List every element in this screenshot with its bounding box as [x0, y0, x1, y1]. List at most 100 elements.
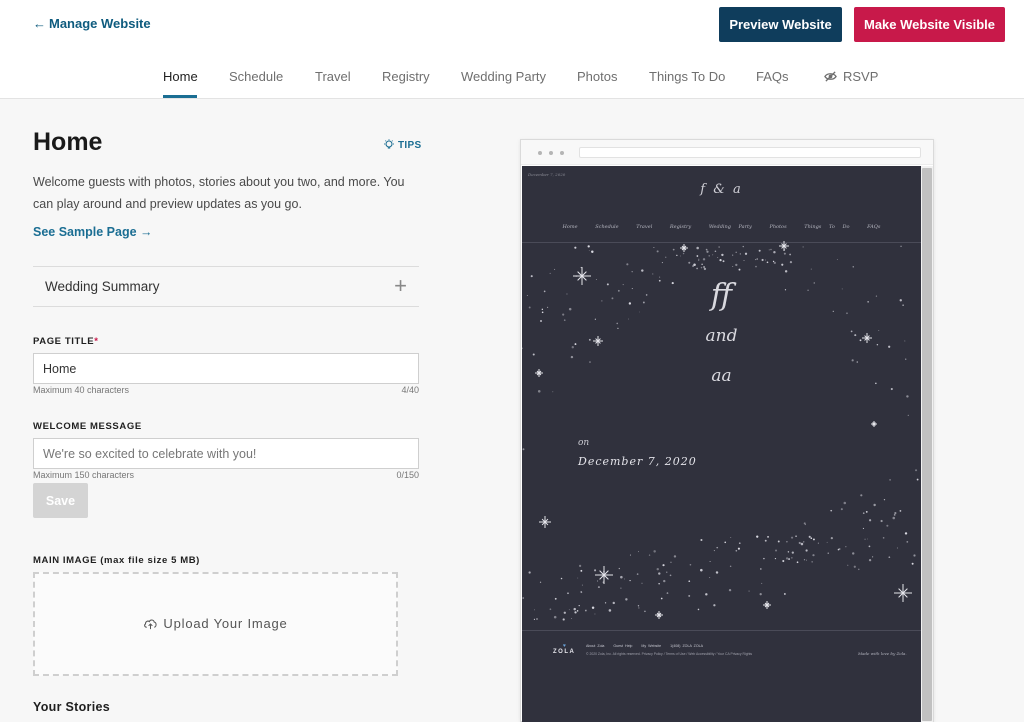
star-dot [865, 510, 868, 513]
tab-schedule[interactable]: Schedule [229, 69, 283, 84]
star-dot [785, 557, 789, 560]
tab-things-to-do[interactable]: Things To Do [649, 69, 725, 84]
manage-website-link[interactable]: ← Manage Website [33, 16, 151, 31]
intro-text: Welcome guests with photos, stories abou… [33, 175, 405, 211]
save-button[interactable]: Save [33, 483, 88, 518]
star-dot [773, 250, 776, 254]
window-dot-icon [560, 151, 564, 155]
star-dot [629, 554, 632, 556]
star-dot [673, 555, 677, 558]
star-dot [638, 607, 640, 609]
star-dot [906, 395, 909, 398]
star-dot [843, 501, 847, 505]
star-dot [826, 541, 828, 543]
star-dot [568, 609, 570, 611]
preview-footer-legal: © 2020 Zola, Inc. All rights reserved. P… [586, 652, 753, 656]
star-dot [728, 588, 732, 592]
image-upload-dropzone[interactable]: Upload Your Image [33, 572, 398, 676]
star-dot [798, 541, 801, 545]
sparkle-icon [871, 421, 877, 427]
window-dot-icon [549, 151, 553, 155]
star-dot [906, 540, 909, 543]
page-title-label-text: PAGE TITLE [33, 336, 95, 347]
star-dot [896, 547, 899, 549]
star-dot [864, 538, 866, 540]
website-preview-frame: December 7, 2020 f & a Home Schedule Tra… [520, 139, 934, 722]
star-dot [563, 611, 566, 614]
star-dot [669, 574, 672, 577]
make-website-visible-button[interactable]: Make Website Visible [854, 7, 1005, 42]
star-dot [571, 617, 573, 619]
site-preview: December 7, 2020 f & a Home Schedule Tra… [522, 166, 921, 722]
star-dot [755, 259, 757, 261]
star-dot [803, 522, 806, 525]
star-dot [911, 562, 914, 565]
tips-link[interactable]: TIPS [383, 139, 421, 151]
preview-website-button[interactable]: Preview Website [719, 7, 842, 42]
star-dot [663, 579, 666, 583]
star-dot [787, 551, 790, 553]
star-dot [562, 618, 565, 621]
star-dot [761, 258, 764, 262]
star-dot [788, 558, 790, 560]
star-dot [851, 359, 854, 362]
star-dot [532, 353, 535, 356]
arrow-right-icon: → [140, 225, 153, 239]
tab-photos[interactable]: Photos [577, 69, 617, 84]
star-dot [738, 268, 741, 271]
star-dot [894, 511, 897, 515]
tab-home[interactable]: Home [163, 69, 198, 84]
see-sample-page-link[interactable]: See Sample Page → [33, 225, 153, 239]
sparkle-icon [539, 516, 551, 528]
star-dot [713, 604, 716, 607]
star-dot [783, 593, 786, 595]
tab-wedding-party[interactable]: Wedding Party [461, 69, 546, 84]
star-dot [860, 494, 863, 497]
star-dot [773, 261, 776, 265]
star-dot [620, 575, 623, 579]
welcome-message-input[interactable] [33, 438, 419, 469]
wedding-summary-label: Wedding Summary [45, 279, 160, 294]
star-dot [755, 265, 757, 268]
sparkle-icon [763, 601, 771, 609]
preview-footer-links: About Zola Guest Help My Website 1(408) … [586, 644, 710, 648]
star-dot [803, 559, 806, 561]
star-dot [770, 248, 772, 251]
star-dot [838, 547, 841, 550]
star-dot [578, 564, 582, 568]
star-dot [743, 259, 745, 262]
star-dot [648, 554, 651, 556]
wedding-summary-accordion[interactable]: Wedding Summary + [33, 266, 419, 307]
star-dot [717, 256, 719, 258]
preview-scroll-thumb[interactable] [922, 168, 932, 721]
star-dot [830, 536, 833, 540]
star-dot [782, 559, 785, 563]
star-dot [594, 569, 597, 572]
tab-registry[interactable]: Registry [382, 69, 430, 84]
star-dot [697, 608, 700, 611]
star-dot [756, 535, 759, 538]
tab-travel[interactable]: Travel [315, 69, 351, 84]
star-dot [571, 346, 574, 349]
tab-rsvp[interactable]: RSVP [824, 69, 878, 84]
star-dot [916, 478, 919, 481]
tab-faqs[interactable]: FAQs [756, 69, 789, 84]
star-dot [763, 557, 765, 560]
page-title-input[interactable] [33, 353, 419, 384]
star-dot [587, 245, 590, 248]
star-dot [730, 537, 732, 539]
footer-link: 1(408) ZOLA ZOLA [670, 644, 704, 648]
star-dot [774, 549, 778, 552]
star-dot [620, 587, 622, 589]
star-dot [888, 556, 891, 559]
star-dot [700, 568, 703, 572]
star-dot [688, 580, 691, 583]
star-dot [713, 550, 715, 552]
preview-name-one: ff [710, 278, 733, 313]
star-dot [744, 252, 748, 255]
star-dot [638, 551, 640, 553]
star-dot [706, 250, 709, 253]
browser-chrome [521, 140, 933, 165]
star-dot [688, 594, 691, 597]
star-dot [637, 605, 640, 607]
